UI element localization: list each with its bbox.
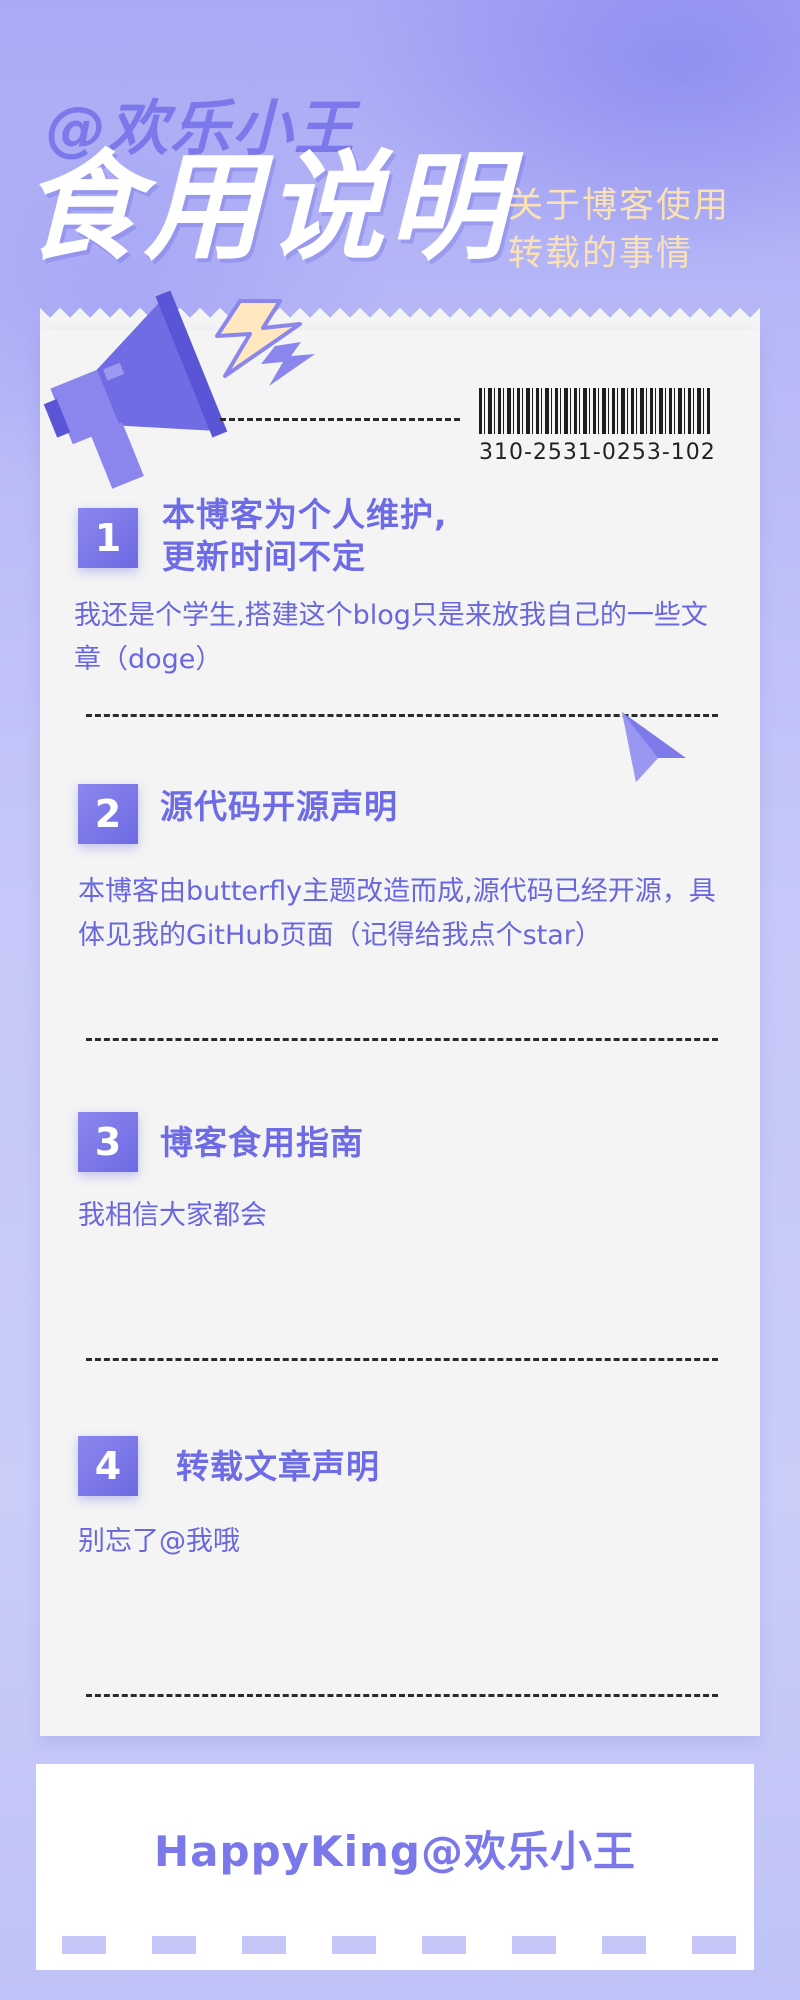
cursor-arrow-icon	[622, 712, 686, 782]
section-divider	[86, 1358, 718, 1361]
section-4-title: 转载文章声明	[176, 1447, 380, 1486]
section-divider	[86, 1038, 718, 1041]
section-1-title-line1: 本博客为个人维护,	[162, 495, 448, 534]
section-1-body: 我还是个学生,搭建这个blog只是来放我自己的一些文章（doge）	[74, 600, 708, 675]
section-2-title: 源代码开源声明	[160, 787, 398, 826]
barcode	[479, 388, 711, 434]
section-3-body: 我相信大家都会	[78, 1200, 267, 1231]
footer-dash	[692, 1936, 736, 1954]
footer-dash	[62, 1936, 106, 1954]
section-2-number-badge: 2	[78, 784, 138, 844]
section-4-body: 别忘了@我哦	[78, 1526, 240, 1557]
footer-signature: HappyKing@欢乐小王	[154, 1827, 636, 1876]
page-subtitle: 关于博客使用转载的事情	[508, 186, 731, 274]
barcode-number: 310-2531-0253-102	[479, 440, 716, 465]
footer-dash	[512, 1936, 556, 1954]
section-2-body: 本博客由butterfly主题改造而成,源代码已经开源，具体见我的GitHub页…	[78, 876, 716, 951]
footer-dash	[602, 1936, 646, 1954]
section-4-number-badge: 4	[78, 1436, 138, 1496]
section-3-title: 博客食用指南	[160, 1123, 364, 1162]
page-title: 食用说明	[22, 138, 511, 276]
section-1-title-line2: 更新时间不定	[162, 537, 366, 576]
lightning-icon	[215, 299, 315, 386]
section-3-number-badge: 3	[78, 1112, 138, 1172]
ticket-divider-top	[220, 418, 460, 421]
section-divider	[86, 1694, 718, 1697]
section-1-number-badge: 1	[78, 508, 138, 568]
footer-dash	[332, 1936, 376, 1954]
footer-dash	[242, 1936, 286, 1954]
footer-dash	[422, 1936, 466, 1954]
footer-dash	[152, 1936, 196, 1954]
